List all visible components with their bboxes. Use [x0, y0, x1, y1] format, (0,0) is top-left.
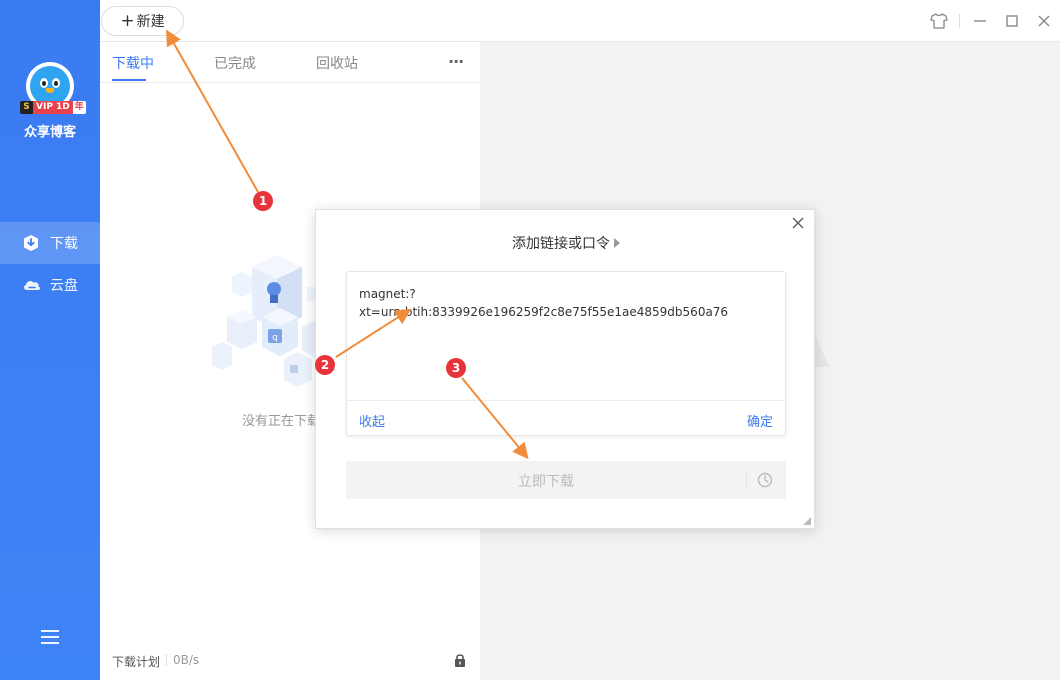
dialog-close-icon[interactable]: [790, 216, 806, 232]
new-task-label: 新建: [136, 14, 165, 30]
schedule-clock-icon[interactable]: [757, 472, 773, 488]
empty-state-text: 没有正在下载: [242, 414, 321, 429]
window-controls: [923, 0, 1060, 42]
tab-completed[interactable]: 已完成: [214, 53, 256, 73]
sidebar: S VIP 1D 年 众享博客 下载 云盘: [0, 0, 100, 680]
download-speed: 0B/s: [173, 653, 200, 667]
download-plan-link[interactable]: 下载计划: [112, 653, 160, 670]
close-icon[interactable]: [1028, 0, 1060, 42]
lock-icon[interactable]: [453, 653, 467, 667]
input-footer: 收起 确定: [347, 400, 785, 436]
tab-bar: 下载中 已完成 回收站 ···: [100, 42, 480, 83]
annotation-badge-2: 2: [315, 355, 335, 375]
plus-icon: +: [120, 10, 135, 31]
download-icon: [22, 234, 40, 252]
link-input[interactable]: magnet:?xt=urn:btih:8339926e196259f2c8e7…: [359, 285, 775, 395]
nav-cloud[interactable]: 云盘: [0, 264, 100, 306]
panel-footer: 下载计划 0B/s: [100, 642, 480, 680]
minimize-icon[interactable]: [964, 0, 996, 42]
resize-grip-icon[interactable]: [803, 517, 811, 525]
maximize-icon[interactable]: [996, 0, 1028, 42]
add-link-dialog: 添加链接或口令 magnet:?xt=urn:btih:8339926e1962…: [315, 209, 815, 529]
new-task-button[interactable]: + 新建: [101, 6, 184, 36]
dialog-title-text: 添加链接或口令: [512, 236, 610, 252]
nav-download-label: 下载: [50, 236, 78, 252]
dialog-title: 添加链接或口令: [316, 233, 816, 253]
skin-icon[interactable]: [923, 0, 955, 42]
link-input-box: magnet:?xt=urn:btih:8339926e196259f2c8e7…: [346, 271, 786, 436]
download-now-label: 立即下载: [518, 474, 574, 490]
cloud-icon: [22, 276, 41, 294]
divider: [959, 14, 960, 28]
username[interactable]: 众享博客: [0, 121, 100, 140]
expand-arrow-icon[interactable]: [614, 238, 620, 248]
more-icon[interactable]: ···: [448, 52, 464, 71]
nav-cloud-label: 云盘: [50, 278, 78, 294]
collapse-link[interactable]: 收起: [359, 411, 385, 430]
annotation-badge-3: 3: [446, 358, 466, 378]
svg-text:q: q: [272, 333, 278, 343]
tab-underline: [112, 79, 146, 81]
download-now-button[interactable]: 立即下载: [346, 461, 786, 499]
bird-avatar-icon: [30, 66, 70, 106]
annotation-badge-1: 1: [253, 191, 273, 211]
divider: [166, 654, 167, 666]
nav-download[interactable]: 下载: [0, 222, 100, 264]
vip-badge: S VIP 1D 年: [20, 101, 86, 114]
topbar: + 新建: [100, 0, 1060, 42]
tab-recycle-bin[interactable]: 回收站: [316, 53, 358, 73]
divider: [746, 471, 747, 489]
tab-downloading[interactable]: 下载中: [112, 53, 154, 73]
empty-state-illustration: q: [212, 255, 330, 387]
menu-icon[interactable]: [41, 629, 59, 645]
confirm-link[interactable]: 确定: [747, 411, 773, 430]
